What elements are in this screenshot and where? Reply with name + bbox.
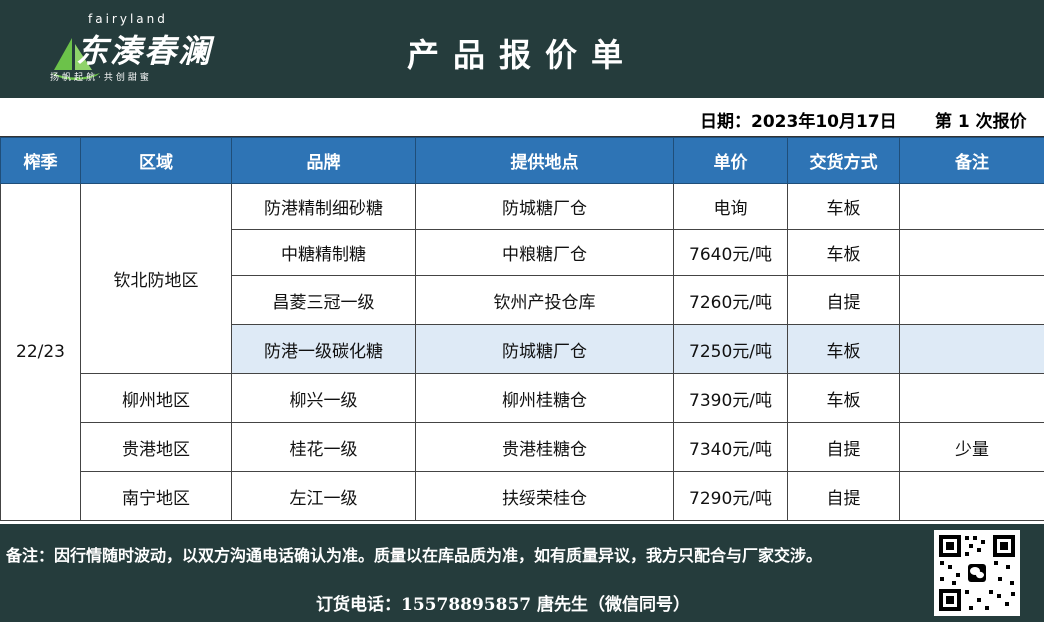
- price-cell: 7260元/吨: [673, 275, 788, 325]
- page-title: 产品报价单: [406, 36, 637, 74]
- location-cell: 扶绥荣桂仓: [415, 471, 674, 521]
- delivery-cell: 车板: [787, 324, 900, 374]
- remark-cell: [899, 324, 1044, 374]
- delivery-cell: 自提: [787, 471, 900, 521]
- remark-cell: [899, 471, 1044, 521]
- brand-cell: 防港一级碳化糖: [231, 324, 416, 374]
- price-cell: 7340元/吨: [673, 422, 788, 472]
- brand-cell: 左江一级: [231, 471, 416, 521]
- column-header-price: 单价: [673, 137, 788, 184]
- footer-banner: 备注：因行情随时波动，以双方沟通电话确认为准。质量以在库品质为准，如有质量异议，…: [0, 524, 1044, 622]
- brand-cell: 桂花一级: [231, 422, 416, 472]
- column-header-location: 提供地点: [415, 137, 674, 184]
- location-cell: 中粮糖厂仓: [415, 229, 674, 276]
- column-header-brand: 品牌: [231, 137, 416, 184]
- delivery-cell: 车板: [787, 183, 900, 230]
- column-header-remark: 备注: [899, 137, 1044, 184]
- price-cell: 7290元/吨: [673, 471, 788, 521]
- brand-cell: 防港精制细砂糖: [231, 183, 416, 230]
- brand-cell: 柳兴一级: [231, 373, 416, 423]
- remark-cell: [899, 275, 1044, 325]
- location-cell: 防城糖厂仓: [415, 183, 674, 230]
- price-cell: 7250元/吨: [673, 324, 788, 374]
- order-phone: 订货电话：15578895857 唐先生（微信同号）: [316, 595, 691, 615]
- price-cell: 电询: [673, 183, 788, 230]
- footer-note: 备注：因行情随时波动，以双方沟通电话确认为准。质量以在库品质为准，如有质量异议，…: [6, 546, 823, 565]
- table-row: 贵港地区 桂花一级 贵港桂糖仓 7340元/吨 自提 少量: [1, 422, 1044, 472]
- brand-cell: 中糖精制糖: [231, 229, 416, 276]
- date-line: 日期：2023年10月17日 第 1 次报价: [0, 98, 1044, 137]
- remark-cell: 少量: [899, 422, 1044, 472]
- brand-cell: 昌菱三冠一级: [231, 275, 416, 325]
- remark-cell: [899, 229, 1044, 276]
- price-table: 榨季 区域 品牌 提供地点 单价 交货方式 备注 22/23 钦北防地区 防港精…: [0, 137, 1044, 521]
- quote-date: 日期：2023年10月17日: [700, 112, 897, 132]
- remark-cell: [899, 183, 1044, 230]
- location-cell: 贵港桂糖仓: [415, 422, 674, 472]
- quote-count: 第 1 次报价: [935, 112, 1027, 132]
- column-header-season: 榨季: [0, 137, 81, 184]
- qr-code-graphic: [939, 535, 1015, 611]
- qr-code-icon[interactable]: [934, 530, 1020, 616]
- price-cell: 7390元/吨: [673, 373, 788, 423]
- delivery-cell: 自提: [787, 422, 900, 472]
- region-cell: 南宁地区: [80, 471, 232, 521]
- header-banner: fairyland 东湊春澜 扬帆起航·共创甜蜜 产品报价单: [0, 0, 1044, 98]
- location-cell: 钦州产投仓库: [415, 275, 674, 325]
- season-cell: 22/23: [0, 183, 81, 521]
- location-cell: 防城糖厂仓: [415, 324, 674, 374]
- table-row: 南宁地区 左江一级 扶绥荣桂仓 7290元/吨 自提: [1, 471, 1044, 521]
- brand-english-name: fairyland: [88, 12, 168, 26]
- region-cell: 贵港地区: [80, 422, 232, 472]
- table-row: 柳州地区 柳兴一级 柳州桂糖仓 7390元/吨 车板: [1, 373, 1044, 423]
- column-header-delivery: 交货方式: [787, 137, 900, 184]
- price-cell: 7640元/吨: [673, 229, 788, 276]
- delivery-cell: 自提: [787, 275, 900, 325]
- table-header-row: 榨季 区域 品牌 提供地点 单价 交货方式 备注: [0, 137, 1044, 184]
- region-cell: 柳州地区: [80, 373, 232, 423]
- delivery-cell: 车板: [787, 373, 900, 423]
- wechat-icon: [968, 564, 986, 582]
- delivery-cell: 车板: [787, 229, 900, 276]
- location-cell: 柳州桂糖仓: [415, 373, 674, 423]
- column-header-region: 区域: [80, 137, 232, 184]
- region-cell: 钦北防地区: [80, 183, 232, 374]
- table-row: 22/23 钦北防地区 防港精制细砂糖 防城糖厂仓 电询 车板: [0, 183, 1044, 521]
- remark-cell: [899, 373, 1044, 423]
